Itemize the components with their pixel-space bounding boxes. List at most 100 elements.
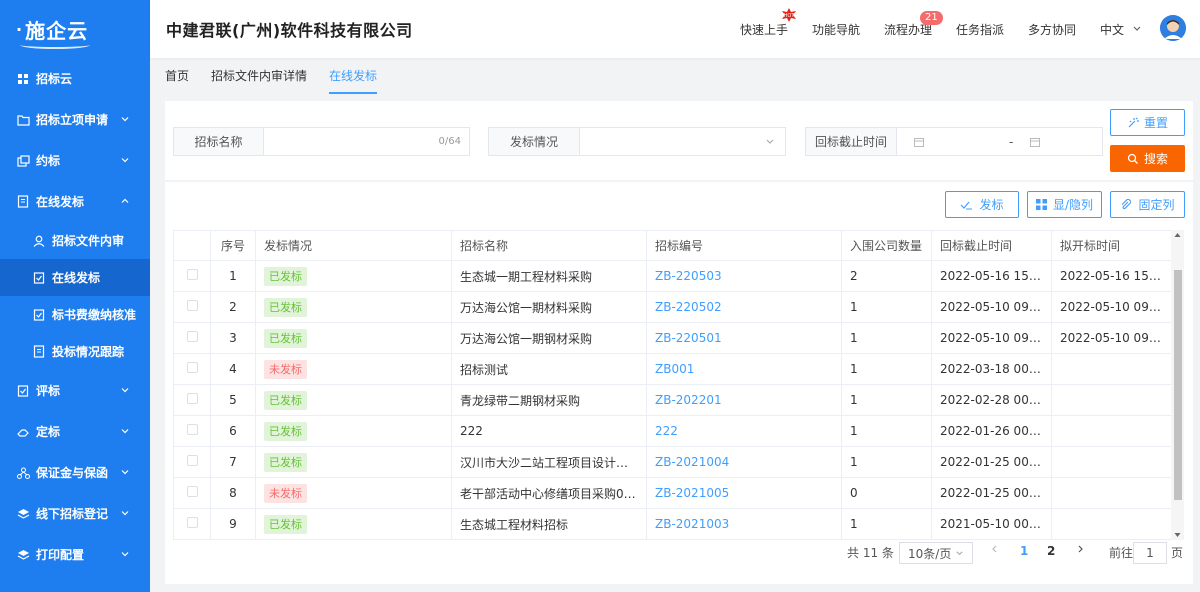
- bid-code-link[interactable]: ZB-220501: [655, 331, 722, 345]
- row-number: 2: [210, 291, 256, 323]
- sidebar-subitem-1[interactable]: 在线发标: [0, 259, 150, 296]
- row-checkbox-cell[interactable]: [173, 353, 211, 385]
- row-checkbox-cell[interactable]: [173, 508, 211, 540]
- bid-code-link[interactable]: 222: [655, 424, 678, 438]
- bid-code-link[interactable]: ZB-220503: [655, 269, 722, 283]
- nav-task-assign[interactable]: 任务指派: [956, 0, 1004, 58]
- row-checkbox-cell[interactable]: [173, 415, 211, 447]
- bid-name-cell: 222: [451, 415, 647, 447]
- nav-collaboration[interactable]: 多方协同: [1028, 0, 1076, 58]
- nav-function-guide[interactable]: 功能导航: [812, 0, 860, 58]
- nav-process[interactable]: 21 流程办理: [884, 0, 943, 58]
- sidebar-item-3[interactable]: 在线发标: [0, 181, 150, 222]
- sparkle-icon: [1128, 117, 1139, 127]
- reset-button[interactable]: 重置: [1110, 109, 1185, 136]
- status-cell: 已发标: [255, 260, 452, 292]
- table-scrollbar[interactable]: [1171, 230, 1184, 540]
- deadline-cell: 2022-02-28 00:00:00: [931, 384, 1052, 416]
- open-time-cell: [1051, 415, 1172, 447]
- row-checkbox[interactable]: [186, 517, 198, 528]
- bid-code-link[interactable]: ZB-202201: [655, 393, 722, 407]
- publish-button[interactable]: 发标: [945, 191, 1019, 218]
- row-checkbox[interactable]: [186, 393, 198, 404]
- nav-quick-start[interactable]: HOT 快速上手: [740, 0, 796, 58]
- table-row[interactable]: 9 已发标 生态城工程材料招标 ZB-2021003 1 2021-05-10 00:00…: [173, 508, 1172, 540]
- row-checkbox-cell[interactable]: [173, 291, 211, 323]
- logo[interactable]: · 施企云: [0, 0, 150, 58]
- chevron-down-icon: [120, 113, 130, 127]
- table-row[interactable]: 5 已发标 青龙绿带二期钢材采购 ZB-202201 1 2022-02-28 00:00…: [173, 384, 1172, 416]
- fix-columns-button[interactable]: 固定列: [1110, 191, 1185, 218]
- page-2-button[interactable]: 2: [1047, 544, 1055, 558]
- bid-code-link[interactable]: ZB-2021005: [655, 486, 729, 500]
- page-1-button[interactable]: 1: [1020, 544, 1028, 558]
- table-row[interactable]: 6 已发标 222 222 12022-01-26 00:00:00: [173, 415, 1172, 447]
- row-checkbox[interactable]: [186, 300, 198, 311]
- row-checkbox[interactable]: [186, 269, 198, 280]
- sidebar-subitem-3[interactable]: 投标情况跟踪: [0, 333, 150, 370]
- row-checkbox[interactable]: [186, 424, 198, 435]
- bid-code-link[interactable]: ZB-2021003: [655, 517, 729, 531]
- row-checkbox-cell[interactable]: [173, 322, 211, 354]
- status-select[interactable]: 发标情况: [488, 127, 786, 156]
- logo-text: 施企云: [25, 18, 89, 43]
- goto-page-input[interactable]: 1: [1133, 542, 1167, 564]
- sidebar-subitem-2[interactable]: 标书费缴纳核准: [0, 296, 150, 333]
- table-row[interactable]: 4 未发标 招标测试 ZB001 12022-03-18 00:00:00: [173, 353, 1172, 385]
- row-number: 5: [210, 384, 256, 416]
- row-checkbox-cell[interactable]: [173, 384, 211, 416]
- row-number: 9: [210, 508, 256, 540]
- deadline-range-picker[interactable]: 回标截止时间 -: [805, 127, 1103, 156]
- prev-page-button[interactable]: [990, 544, 1000, 554]
- sidebar-subitem-0[interactable]: 招标文件内审: [0, 222, 150, 259]
- page-size-select[interactable]: 10条/页: [899, 542, 973, 564]
- sidebar-item-4[interactable]: 评标: [0, 370, 150, 411]
- bid-name-field[interactable]: 招标名称 0/64: [173, 127, 470, 156]
- row-checkbox[interactable]: [186, 331, 198, 342]
- table-row[interactable]: 8 未发标 老干部活动中心修缮项目采购001号 ZB-2021005 0 2022-01-…: [173, 477, 1172, 509]
- deadline-cell: 2022-05-16 15:28:35: [931, 260, 1052, 292]
- row-checkbox-cell[interactable]: [173, 446, 211, 478]
- table-row[interactable]: 1 已发标 生态城一期工程材料采购 ZB-220503 2 2022-05-16 15:2…: [173, 260, 1172, 292]
- row-checkbox[interactable]: [186, 362, 198, 373]
- select-all-cell[interactable]: [173, 230, 211, 261]
- grid-icon: [16, 72, 30, 86]
- bid-name-cell: 生态城一期工程材料采购: [451, 260, 647, 292]
- search-button[interactable]: 搜索: [1110, 145, 1185, 172]
- avatar[interactable]: [1160, 15, 1186, 41]
- crumb-review-detail[interactable]: 招标文件内审详情: [211, 58, 307, 94]
- language-select[interactable]: 中文: [1100, 0, 1142, 58]
- toggle-columns-button[interactable]: 显/隐列: [1027, 191, 1102, 218]
- row-checkbox[interactable]: [186, 486, 198, 497]
- status-cell: 已发标: [255, 291, 452, 323]
- next-page-button[interactable]: [1075, 544, 1085, 554]
- char-counter: 0/64: [438, 136, 461, 147]
- table-row[interactable]: 3 已发标 万达海公馆一期钢材采购 ZB-220501 1 2022-05-10 09:4…: [173, 322, 1172, 354]
- company-count-cell: 1: [841, 446, 932, 478]
- deadline-cell: 2022-01-25 00:00:00: [931, 446, 1052, 478]
- bid-code-link[interactable]: ZB001: [655, 362, 694, 376]
- deadline-cell: 2021-05-10 00:00:00: [931, 508, 1052, 540]
- table-row[interactable]: 7 已发标 汉川市大沙二站工程项目设计采购00... ZB-2021004 1 2022-…: [173, 446, 1172, 478]
- row-number: 8: [210, 477, 256, 509]
- bid-code-link[interactable]: ZB-220502: [655, 300, 722, 314]
- search-icon: [1127, 153, 1138, 164]
- bid-code-cell: ZB-202201: [646, 384, 842, 416]
- sidebar-item-6[interactable]: 保证金与保函: [0, 452, 150, 493]
- row-checkbox[interactable]: [186, 455, 198, 466]
- sidebar-item-2[interactable]: 约标: [0, 140, 150, 181]
- sidebar-item-8[interactable]: 打印配置: [0, 534, 150, 575]
- sidebar-item-1[interactable]: 招标立项申请: [0, 99, 150, 140]
- scrollbar-thumb[interactable]: [1174, 270, 1182, 500]
- deadline-cell: 2022-05-10 09:41:20: [931, 322, 1052, 354]
- row-checkbox-cell[interactable]: [173, 477, 211, 509]
- sidebar-item-5[interactable]: 定标: [0, 411, 150, 452]
- sidebar-item-0[interactable]: 招标云: [0, 58, 150, 99]
- column-header: 入围公司数量: [841, 230, 932, 261]
- bid-code-link[interactable]: ZB-2021004: [655, 455, 729, 469]
- crumb-online-publish[interactable]: 在线发标: [329, 58, 378, 94]
- sidebar-item-7[interactable]: 线下招标登记: [0, 493, 150, 534]
- row-checkbox-cell[interactable]: [173, 260, 211, 292]
- table-row[interactable]: 2 已发标 万达海公馆一期材料采购 ZB-220502 1 2022-05-10 09:5…: [173, 291, 1172, 323]
- crumb-home[interactable]: 首页: [165, 58, 189, 94]
